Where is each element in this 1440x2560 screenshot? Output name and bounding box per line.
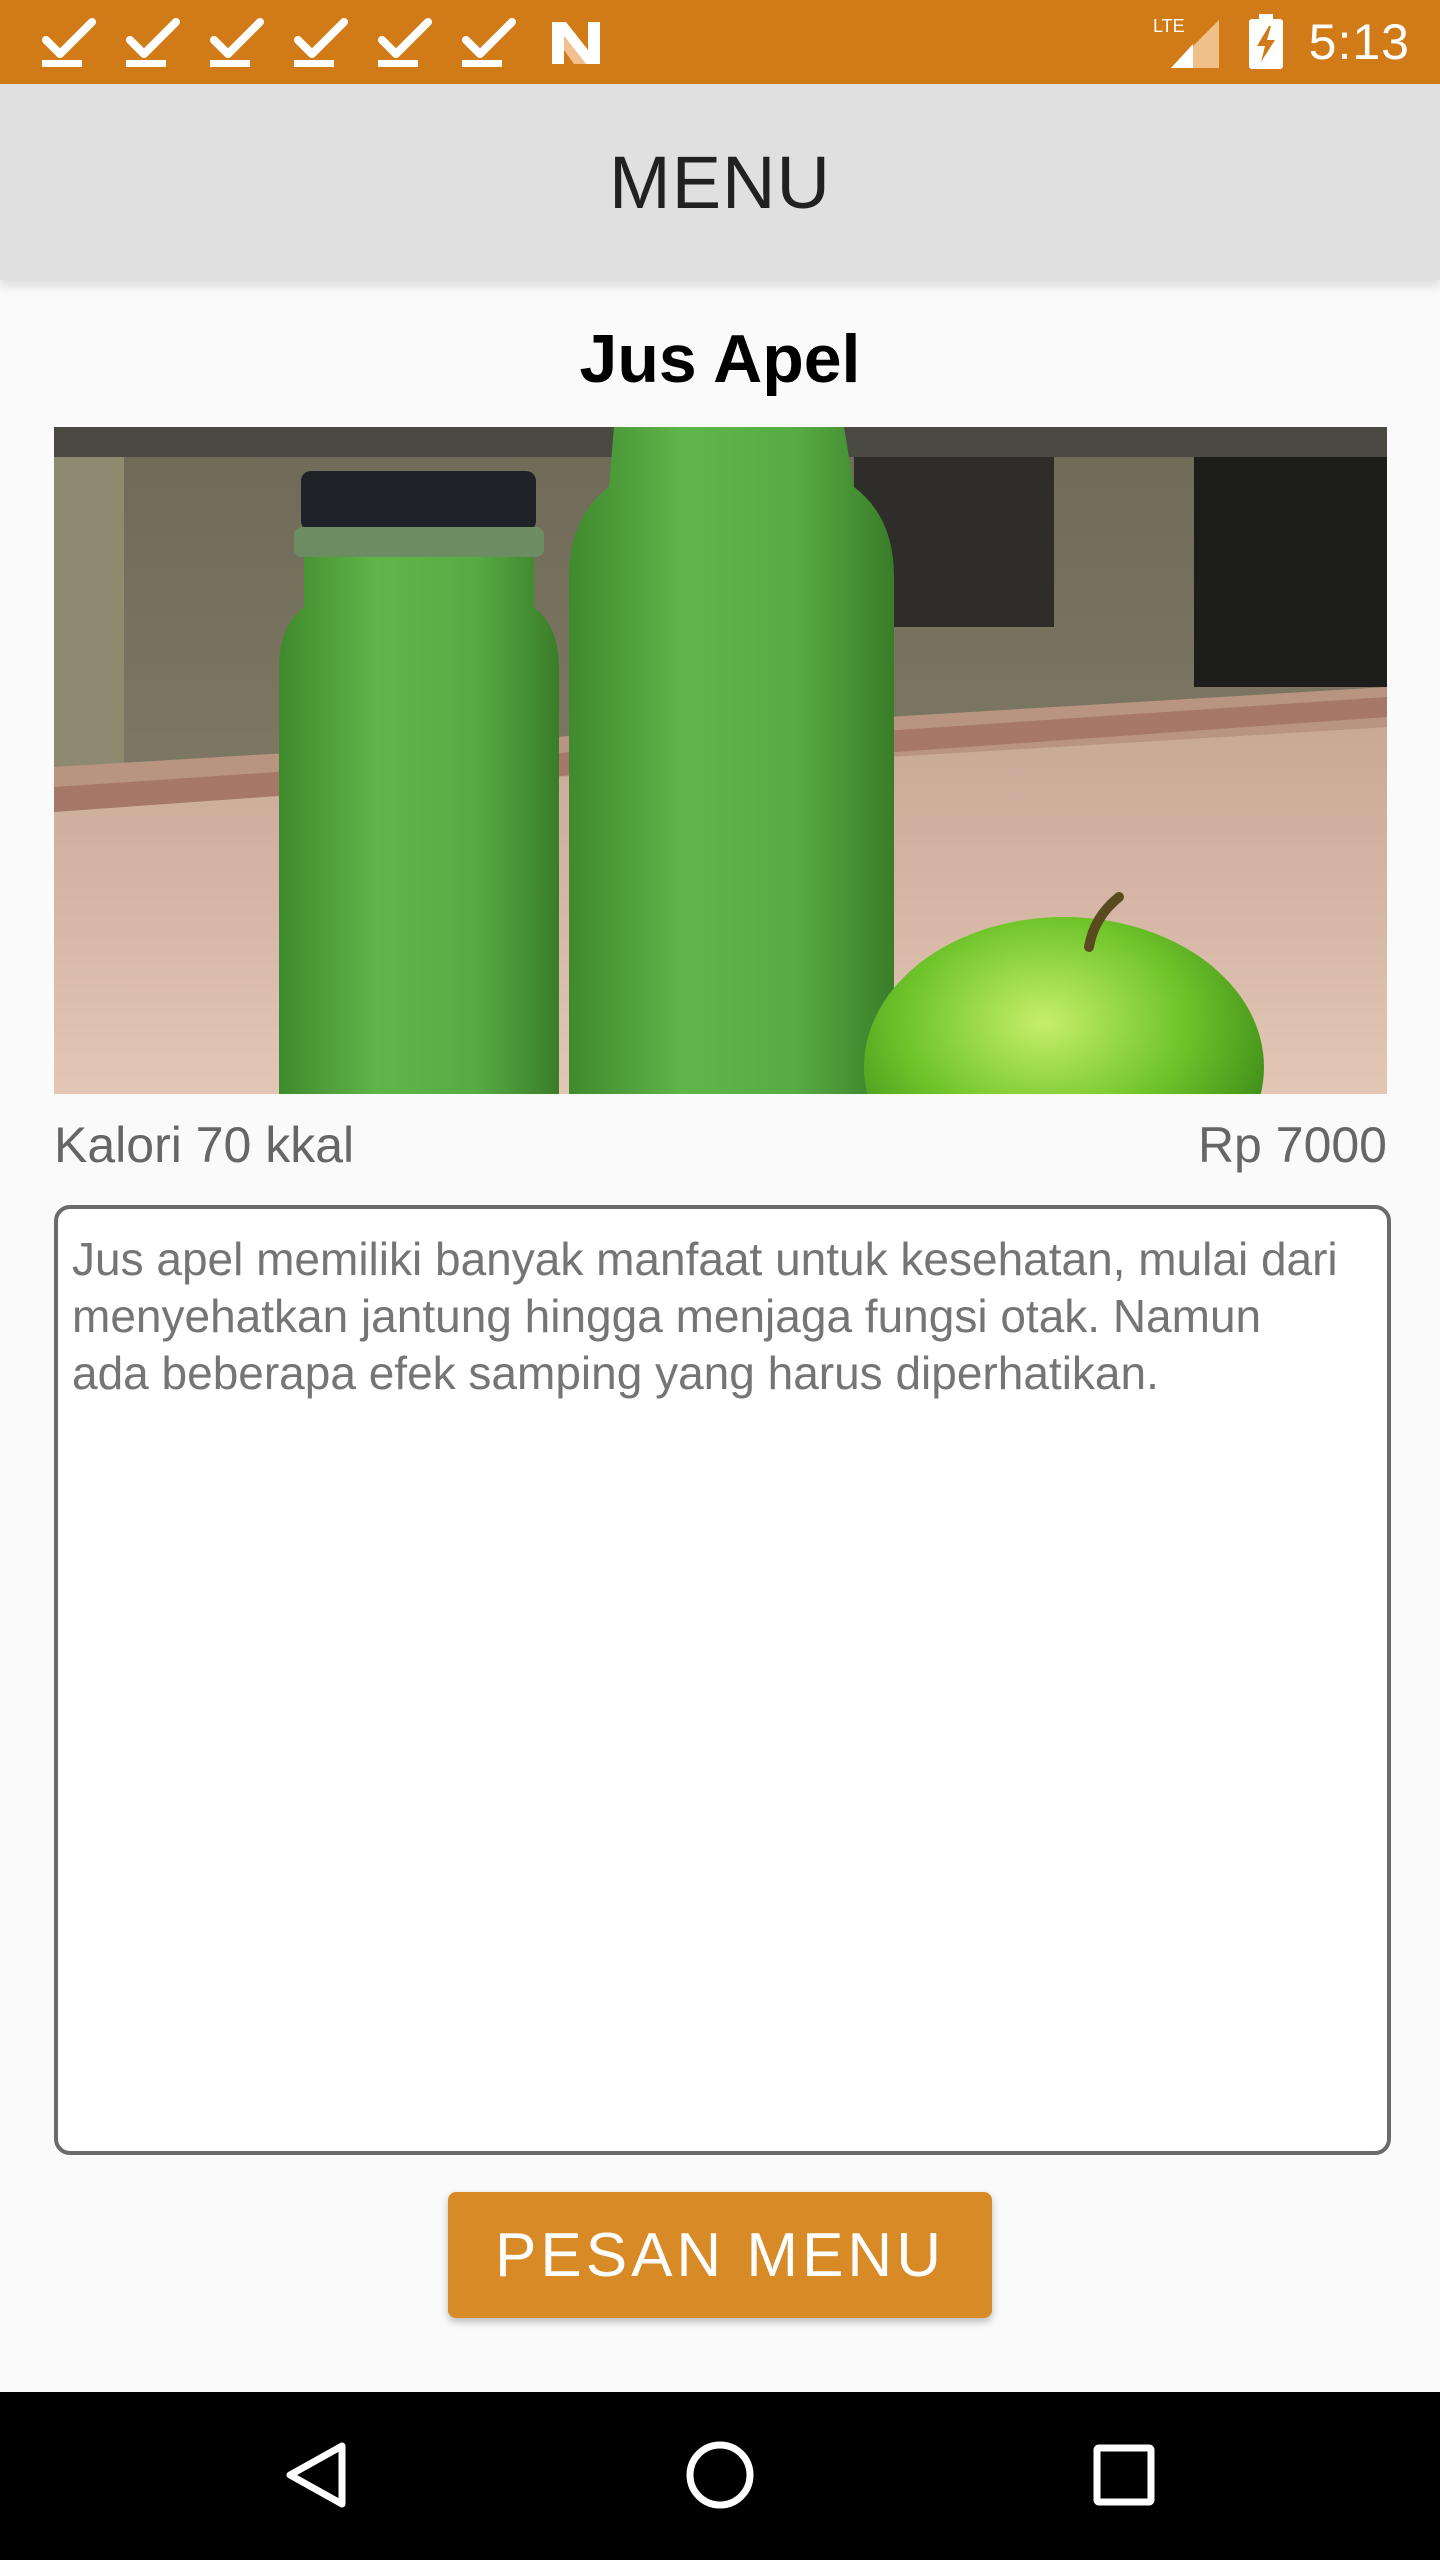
home-icon <box>686 2441 754 2509</box>
status-time: 5:13 <box>1308 14 1410 70</box>
recents-icon <box>1093 2444 1155 2506</box>
back-icon <box>286 2442 346 2508</box>
check-icon <box>462 18 516 67</box>
check-icon <box>42 18 96 67</box>
app-bar: MENU <box>0 84 1440 280</box>
check-icon <box>210 18 264 67</box>
item-title: Jus Apel <box>579 321 861 397</box>
page-title: MENU <box>609 140 831 224</box>
item-photo <box>54 427 1387 1094</box>
status-right-cluster: LTE 5:13 <box>1153 0 1410 84</box>
check-icon <box>126 18 180 67</box>
home-button[interactable] <box>665 2420 775 2530</box>
battery-charging-icon <box>1248 14 1283 69</box>
notification-icons <box>40 14 610 70</box>
back-button[interactable] <box>262 2420 372 2530</box>
network-type-label: LTE <box>1153 16 1185 36</box>
n-app-icon <box>552 22 600 64</box>
order-button[interactable]: PESAN MENU <box>448 2192 992 2318</box>
status-bar: LTE 5:13 <box>0 0 1440 84</box>
description-text: Jus apel memiliki banyak manfaat untuk k… <box>72 1233 1338 1399</box>
juice-photo-image <box>54 427 1387 1094</box>
check-icon <box>378 18 432 67</box>
recents-button[interactable] <box>1069 2420 1179 2530</box>
check-icon <box>294 18 348 67</box>
calorie-label: Kalori 70 kkal <box>54 1117 355 1173</box>
description-box[interactable]: Jus apel memiliki banyak manfaat untuk k… <box>54 1205 1391 2155</box>
price-label: Rp 7000 <box>1197 1117 1387 1173</box>
signal-icon: LTE <box>1153 16 1219 68</box>
